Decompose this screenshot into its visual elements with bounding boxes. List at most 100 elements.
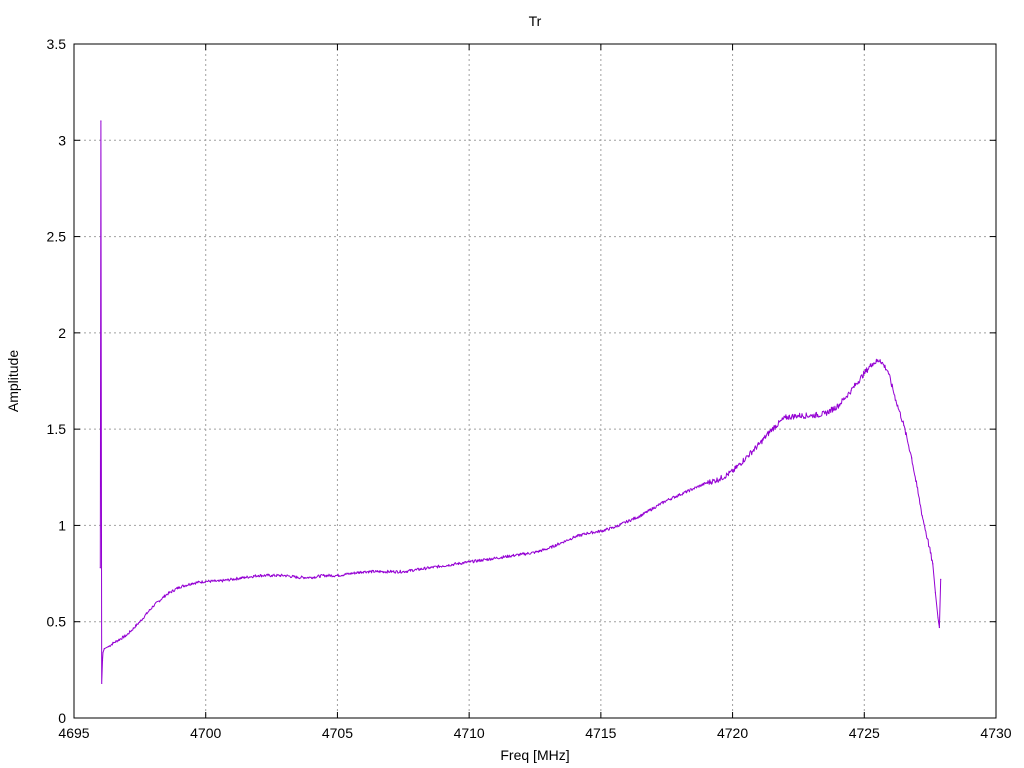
data-point (771, 428, 773, 430)
data-point (205, 580, 207, 582)
data-point (911, 457, 913, 459)
data-point (429, 567, 431, 569)
data-point (271, 574, 273, 577)
data-point (784, 417, 786, 419)
data-point (679, 494, 681, 496)
data-point (732, 470, 734, 473)
data-point (666, 499, 668, 501)
data-point (218, 580, 220, 582)
data-point (937, 617, 939, 619)
data-point (178, 586, 180, 588)
x-tick-label: 4715 (585, 725, 616, 741)
y-tick-label: 1.5 (47, 421, 67, 437)
x-tick-label: 4700 (190, 725, 221, 741)
chart-title: Tr (529, 13, 542, 29)
data-point (932, 563, 934, 565)
y-tick-label: 2.5 (47, 229, 67, 245)
y-tick-label: 0.5 (47, 614, 67, 630)
data-point (758, 443, 760, 446)
data-point (639, 515, 642, 517)
data-point (887, 370, 889, 372)
x-tick-label: 4725 (849, 725, 880, 741)
data-point (718, 478, 721, 480)
data-point (534, 551, 536, 554)
data-point (152, 605, 154, 607)
series-line (99, 120, 942, 684)
data-point (797, 415, 800, 417)
data-point (350, 573, 352, 575)
data-point (626, 521, 628, 523)
x-tick-label: 4720 (717, 725, 748, 741)
data-point (191, 582, 194, 584)
data-point (560, 542, 562, 544)
data-point (652, 507, 655, 509)
data-point (402, 571, 404, 573)
data-point (926, 538, 929, 540)
y-tick-label: 0 (58, 710, 66, 726)
data-point (126, 634, 128, 636)
data-point (100, 120, 102, 122)
data-point (257, 574, 259, 577)
data-point (297, 576, 299, 579)
data-point (573, 536, 576, 538)
data-point (587, 532, 589, 534)
data-point (244, 576, 246, 579)
data-point (934, 592, 937, 594)
data-point (481, 559, 483, 561)
data-point (103, 648, 105, 650)
data-point (863, 372, 865, 374)
data-point (336, 574, 338, 577)
data-point (940, 578, 942, 580)
data-point (363, 571, 365, 573)
data-point (107, 646, 109, 648)
data-point (895, 399, 897, 401)
data-point (600, 530, 602, 532)
data-point (102, 651, 104, 654)
grid (74, 44, 996, 718)
tick-labels: 4695 4700 4705 4710 4715 4720 4725 4730 0 0.5 1 1.5… (47, 36, 1012, 741)
data-point (389, 571, 391, 573)
x-tick-label: 4710 (454, 725, 485, 741)
data-point (705, 482, 707, 484)
y-tick-label: 1 (58, 517, 66, 533)
x-axis-title: Freq [MHz] (500, 747, 569, 763)
data-point (824, 413, 826, 415)
axis-ticks (73, 43, 997, 719)
data-point (494, 557, 497, 559)
data-point (415, 569, 418, 571)
data-point (165, 594, 167, 596)
data-point (850, 390, 852, 392)
data-point (101, 682, 103, 684)
data-point (916, 486, 918, 488)
data-point (284, 574, 286, 577)
data-point (442, 565, 444, 567)
x-tick-label: 4730 (980, 725, 1011, 741)
data-point (613, 526, 615, 529)
x-tick-label: 4705 (322, 725, 353, 741)
data-point (231, 578, 233, 580)
data-point (521, 553, 523, 555)
y-tick-label: 3 (58, 132, 66, 148)
data-point (903, 424, 905, 426)
data-point (455, 563, 457, 565)
y-tick-label: 3.5 (47, 36, 67, 52)
data-point (310, 576, 312, 579)
y-tick-label: 2 (58, 325, 66, 341)
data-point (938, 626, 941, 629)
data-point (692, 488, 694, 490)
y-axis-title: Amplitude (5, 350, 21, 412)
plot-frame (73, 43, 997, 719)
data-point (112, 642, 115, 644)
data-point (745, 457, 747, 459)
chart: 4695 4700 4705 4710 4715 4720 4725 4730 0 0.5 1 1.5… (5, 13, 1012, 763)
data-point (837, 405, 839, 407)
data-point (508, 555, 510, 557)
series-group (99, 120, 942, 684)
data-point (811, 415, 813, 417)
data-point (376, 571, 378, 573)
data-point (921, 515, 923, 517)
data-point (871, 363, 873, 365)
data-point (323, 574, 325, 577)
data-point (101, 659, 104, 661)
data-point (547, 547, 549, 550)
